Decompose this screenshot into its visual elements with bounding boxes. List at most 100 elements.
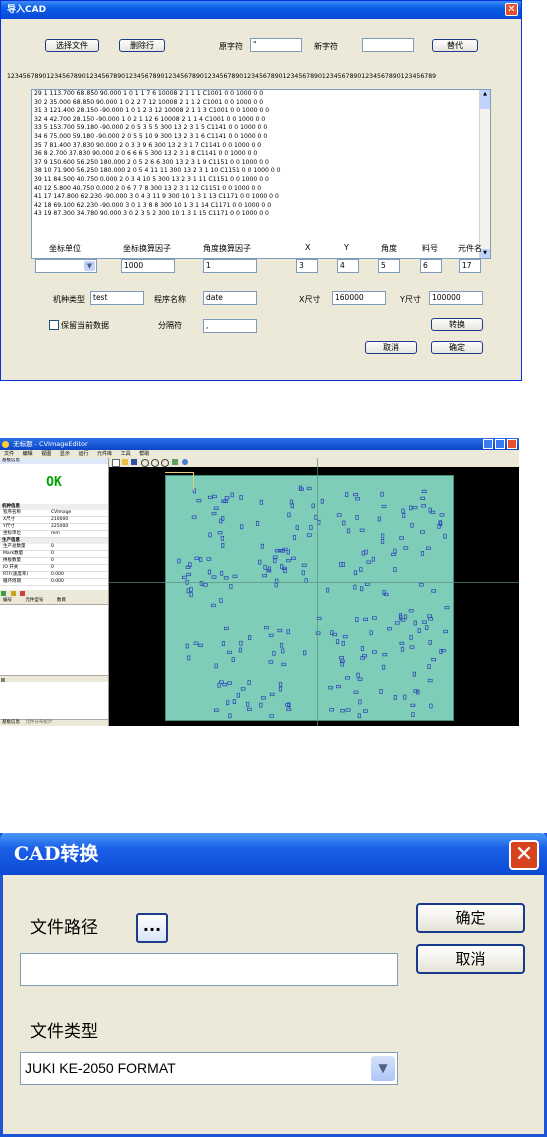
select-file-button[interactable]: 选择文件 bbox=[45, 39, 99, 52]
board-component[interactable] bbox=[345, 676, 350, 680]
edit-icon[interactable] bbox=[10, 591, 16, 596]
menu-file[interactable]: 文件 bbox=[4, 451, 14, 457]
board-component[interactable] bbox=[177, 558, 181, 564]
menu-tools[interactable]: 工具 bbox=[121, 451, 131, 457]
board-component[interactable] bbox=[379, 689, 383, 694]
board-component[interactable] bbox=[408, 609, 414, 613]
info-value[interactable]: 0.000 bbox=[51, 572, 64, 578]
ok-button[interactable]: 确定 bbox=[431, 341, 483, 354]
cad-close-icon[interactable]: ✕ bbox=[509, 840, 539, 870]
file-path-input[interactable] bbox=[20, 953, 398, 986]
board-component[interactable] bbox=[261, 696, 266, 700]
cad-data-textarea[interactable]: 29 1 113.700 68.850 90.000 1 0 1 1 7 6 1… bbox=[31, 89, 491, 259]
board-component[interactable] bbox=[258, 559, 262, 565]
board-component[interactable] bbox=[273, 558, 277, 564]
board-component[interactable] bbox=[339, 561, 343, 567]
board-component[interactable] bbox=[443, 533, 447, 539]
file-type-chevron-down-icon[interactable]: ▼ bbox=[371, 1056, 395, 1081]
board-component[interactable] bbox=[247, 680, 251, 685]
part-no-col-input[interactable]: 6 bbox=[420, 259, 442, 273]
info-value[interactable]: mm bbox=[51, 531, 60, 537]
board-component[interactable] bbox=[400, 646, 405, 652]
board-component[interactable] bbox=[186, 572, 192, 577]
board-component[interactable] bbox=[269, 714, 275, 718]
board-component[interactable] bbox=[223, 576, 229, 580]
menu-display[interactable]: 显示 bbox=[60, 451, 70, 457]
zoom-fit-icon[interactable] bbox=[161, 459, 169, 467]
board-component[interactable] bbox=[353, 690, 359, 694]
board-component[interactable] bbox=[196, 499, 202, 503]
tool-icon[interactable] bbox=[172, 459, 178, 465]
board-component[interactable] bbox=[336, 513, 342, 517]
board-component[interactable] bbox=[402, 513, 406, 518]
info-value[interactable]: CVImage bbox=[51, 510, 71, 516]
board-component[interactable] bbox=[193, 641, 199, 645]
board-component[interactable] bbox=[220, 535, 224, 541]
board-component[interactable] bbox=[346, 528, 351, 534]
cad-ok-button[interactable]: 确定 bbox=[416, 903, 525, 933]
board-component[interactable] bbox=[341, 640, 345, 646]
info-value[interactable]: 225000 bbox=[51, 524, 68, 530]
y-size-input[interactable]: 100000 bbox=[429, 291, 483, 305]
board-component[interactable] bbox=[403, 546, 409, 550]
y-col-input[interactable]: 4 bbox=[337, 259, 359, 273]
board-component[interactable] bbox=[268, 660, 274, 664]
board-component[interactable] bbox=[401, 508, 405, 514]
board-component[interactable] bbox=[274, 582, 278, 588]
board-component[interactable] bbox=[230, 492, 234, 498]
board-component[interactable] bbox=[412, 505, 418, 510]
original-char-input[interactable]: " bbox=[250, 38, 302, 52]
board-component[interactable] bbox=[232, 699, 236, 704]
board-component[interactable] bbox=[359, 528, 365, 532]
board-component[interactable] bbox=[371, 556, 375, 562]
board-component[interactable] bbox=[208, 495, 213, 500]
board-component[interactable] bbox=[219, 598, 223, 603]
file-type-select[interactable]: JUKI KE-2050 FORMAT ▼ bbox=[20, 1052, 398, 1085]
board-component[interactable] bbox=[425, 625, 429, 631]
board-component[interactable] bbox=[413, 620, 417, 626]
board-component[interactable] bbox=[393, 567, 397, 572]
board-component[interactable] bbox=[282, 547, 288, 551]
board-component[interactable] bbox=[212, 494, 217, 499]
board-component[interactable] bbox=[393, 695, 397, 700]
board-component[interactable] bbox=[267, 566, 271, 572]
board-component[interactable] bbox=[264, 625, 269, 630]
board-component[interactable] bbox=[194, 556, 200, 560]
board-component[interactable] bbox=[363, 617, 368, 622]
board-component[interactable] bbox=[359, 567, 363, 572]
board-component[interactable] bbox=[391, 552, 396, 557]
board-component[interactable] bbox=[286, 629, 290, 635]
board-component[interactable] bbox=[229, 584, 233, 589]
board-component[interactable] bbox=[227, 650, 232, 655]
chevron-down-icon[interactable]: ▼ bbox=[84, 261, 95, 271]
board-component[interactable] bbox=[286, 549, 290, 555]
info-value[interactable]: 0 bbox=[51, 558, 54, 564]
board-component[interactable] bbox=[427, 614, 432, 618]
board-component[interactable] bbox=[421, 504, 427, 508]
scroll-up-icon[interactable]: ▲ bbox=[480, 90, 490, 99]
board-component[interactable] bbox=[410, 703, 416, 707]
convert-button[interactable]: 转换 bbox=[431, 318, 483, 331]
board-component[interactable] bbox=[259, 499, 263, 505]
board-component[interactable] bbox=[198, 643, 203, 647]
board-component[interactable] bbox=[224, 626, 229, 631]
board-component[interactable] bbox=[208, 532, 212, 538]
board-component[interactable] bbox=[345, 708, 351, 712]
save-icon[interactable] bbox=[131, 459, 137, 465]
board-component[interactable] bbox=[272, 650, 276, 656]
board-component[interactable] bbox=[427, 678, 433, 683]
board-component[interactable] bbox=[431, 657, 437, 662]
board-component[interactable] bbox=[263, 564, 267, 570]
refresh-icon[interactable] bbox=[1, 591, 6, 596]
board-component[interactable] bbox=[394, 621, 400, 625]
browse-button[interactable]: ... bbox=[136, 913, 168, 943]
board-component[interactable] bbox=[214, 663, 218, 669]
board-component[interactable] bbox=[248, 635, 252, 640]
board-component[interactable] bbox=[409, 634, 413, 640]
board-component[interactable] bbox=[268, 633, 274, 637]
board-component[interactable] bbox=[224, 496, 230, 500]
board-component[interactable] bbox=[420, 496, 426, 500]
board-component[interactable] bbox=[381, 533, 385, 539]
board-component[interactable] bbox=[444, 605, 450, 610]
board-component[interactable] bbox=[403, 694, 407, 700]
